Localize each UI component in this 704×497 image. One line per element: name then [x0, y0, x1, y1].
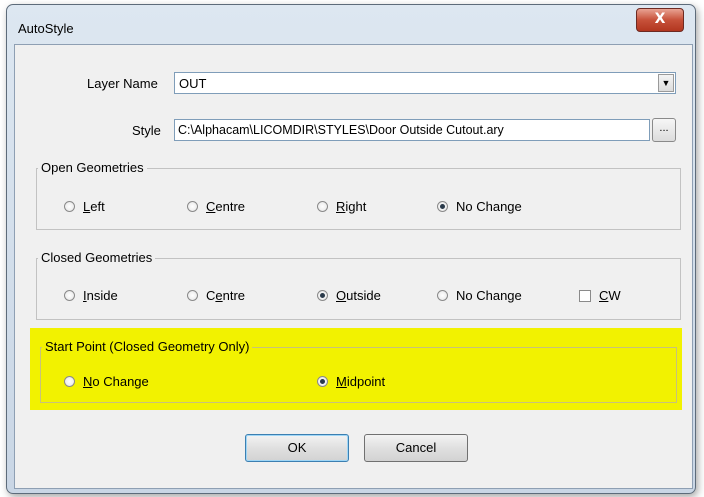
- radio-icon: [317, 201, 328, 212]
- radio-icon: [317, 376, 328, 387]
- cw-checkbox[interactable]: CW: [579, 288, 621, 303]
- radio-icon: [317, 290, 328, 301]
- ok-button[interactable]: OK: [245, 434, 349, 462]
- closed-inside-radio[interactable]: Inside: [64, 288, 118, 303]
- radio-icon: [437, 201, 448, 212]
- open-centre-radio[interactable]: Centre: [187, 199, 245, 214]
- style-path-field[interactable]: C:\Alphacam\LICOMDIR\STYLES\Door Outside…: [174, 119, 650, 141]
- style-label: Style: [132, 123, 161, 138]
- start-no-change-radio[interactable]: No Change: [64, 374, 149, 389]
- style-path-value: C:\Alphacam\LICOMDIR\STYLES\Door Outside…: [178, 123, 504, 137]
- chevron-down-icon[interactable]: ▼: [658, 74, 674, 92]
- layer-name-value: OUT: [179, 76, 207, 91]
- open-no-change-radio[interactable]: No Change: [437, 199, 522, 214]
- radio-icon: [64, 290, 75, 301]
- cancel-button[interactable]: Cancel: [364, 434, 468, 462]
- layer-name-label: Layer Name: [87, 76, 158, 91]
- radio-icon: [64, 201, 75, 212]
- start-point-title: Start Point (Closed Geometry Only): [42, 339, 253, 354]
- closed-no-change-radio[interactable]: No Change: [437, 288, 522, 303]
- open-left-radio[interactable]: Left: [64, 199, 105, 214]
- close-button[interactable]: X: [636, 8, 684, 32]
- window-title: AutoStyle: [18, 21, 74, 36]
- start-midpoint-radio[interactable]: Midpoint: [317, 374, 385, 389]
- checkbox-icon: [579, 289, 591, 302]
- closed-geometries-title: Closed Geometries: [38, 250, 156, 265]
- radio-icon: [187, 290, 198, 301]
- close-icon: X: [654, 11, 666, 27]
- radio-icon: [187, 201, 198, 212]
- closed-centre-radio[interactable]: Centre: [187, 288, 245, 303]
- radio-icon: [437, 290, 448, 301]
- open-geometries-title: Open Geometries: [38, 160, 147, 175]
- open-right-radio[interactable]: Right: [317, 199, 366, 214]
- browse-button[interactable]: ...: [652, 118, 676, 142]
- closed-outside-radio[interactable]: Outside: [317, 288, 381, 303]
- radio-icon: [64, 376, 75, 387]
- layer-name-dropdown[interactable]: OUT ▼: [174, 72, 676, 94]
